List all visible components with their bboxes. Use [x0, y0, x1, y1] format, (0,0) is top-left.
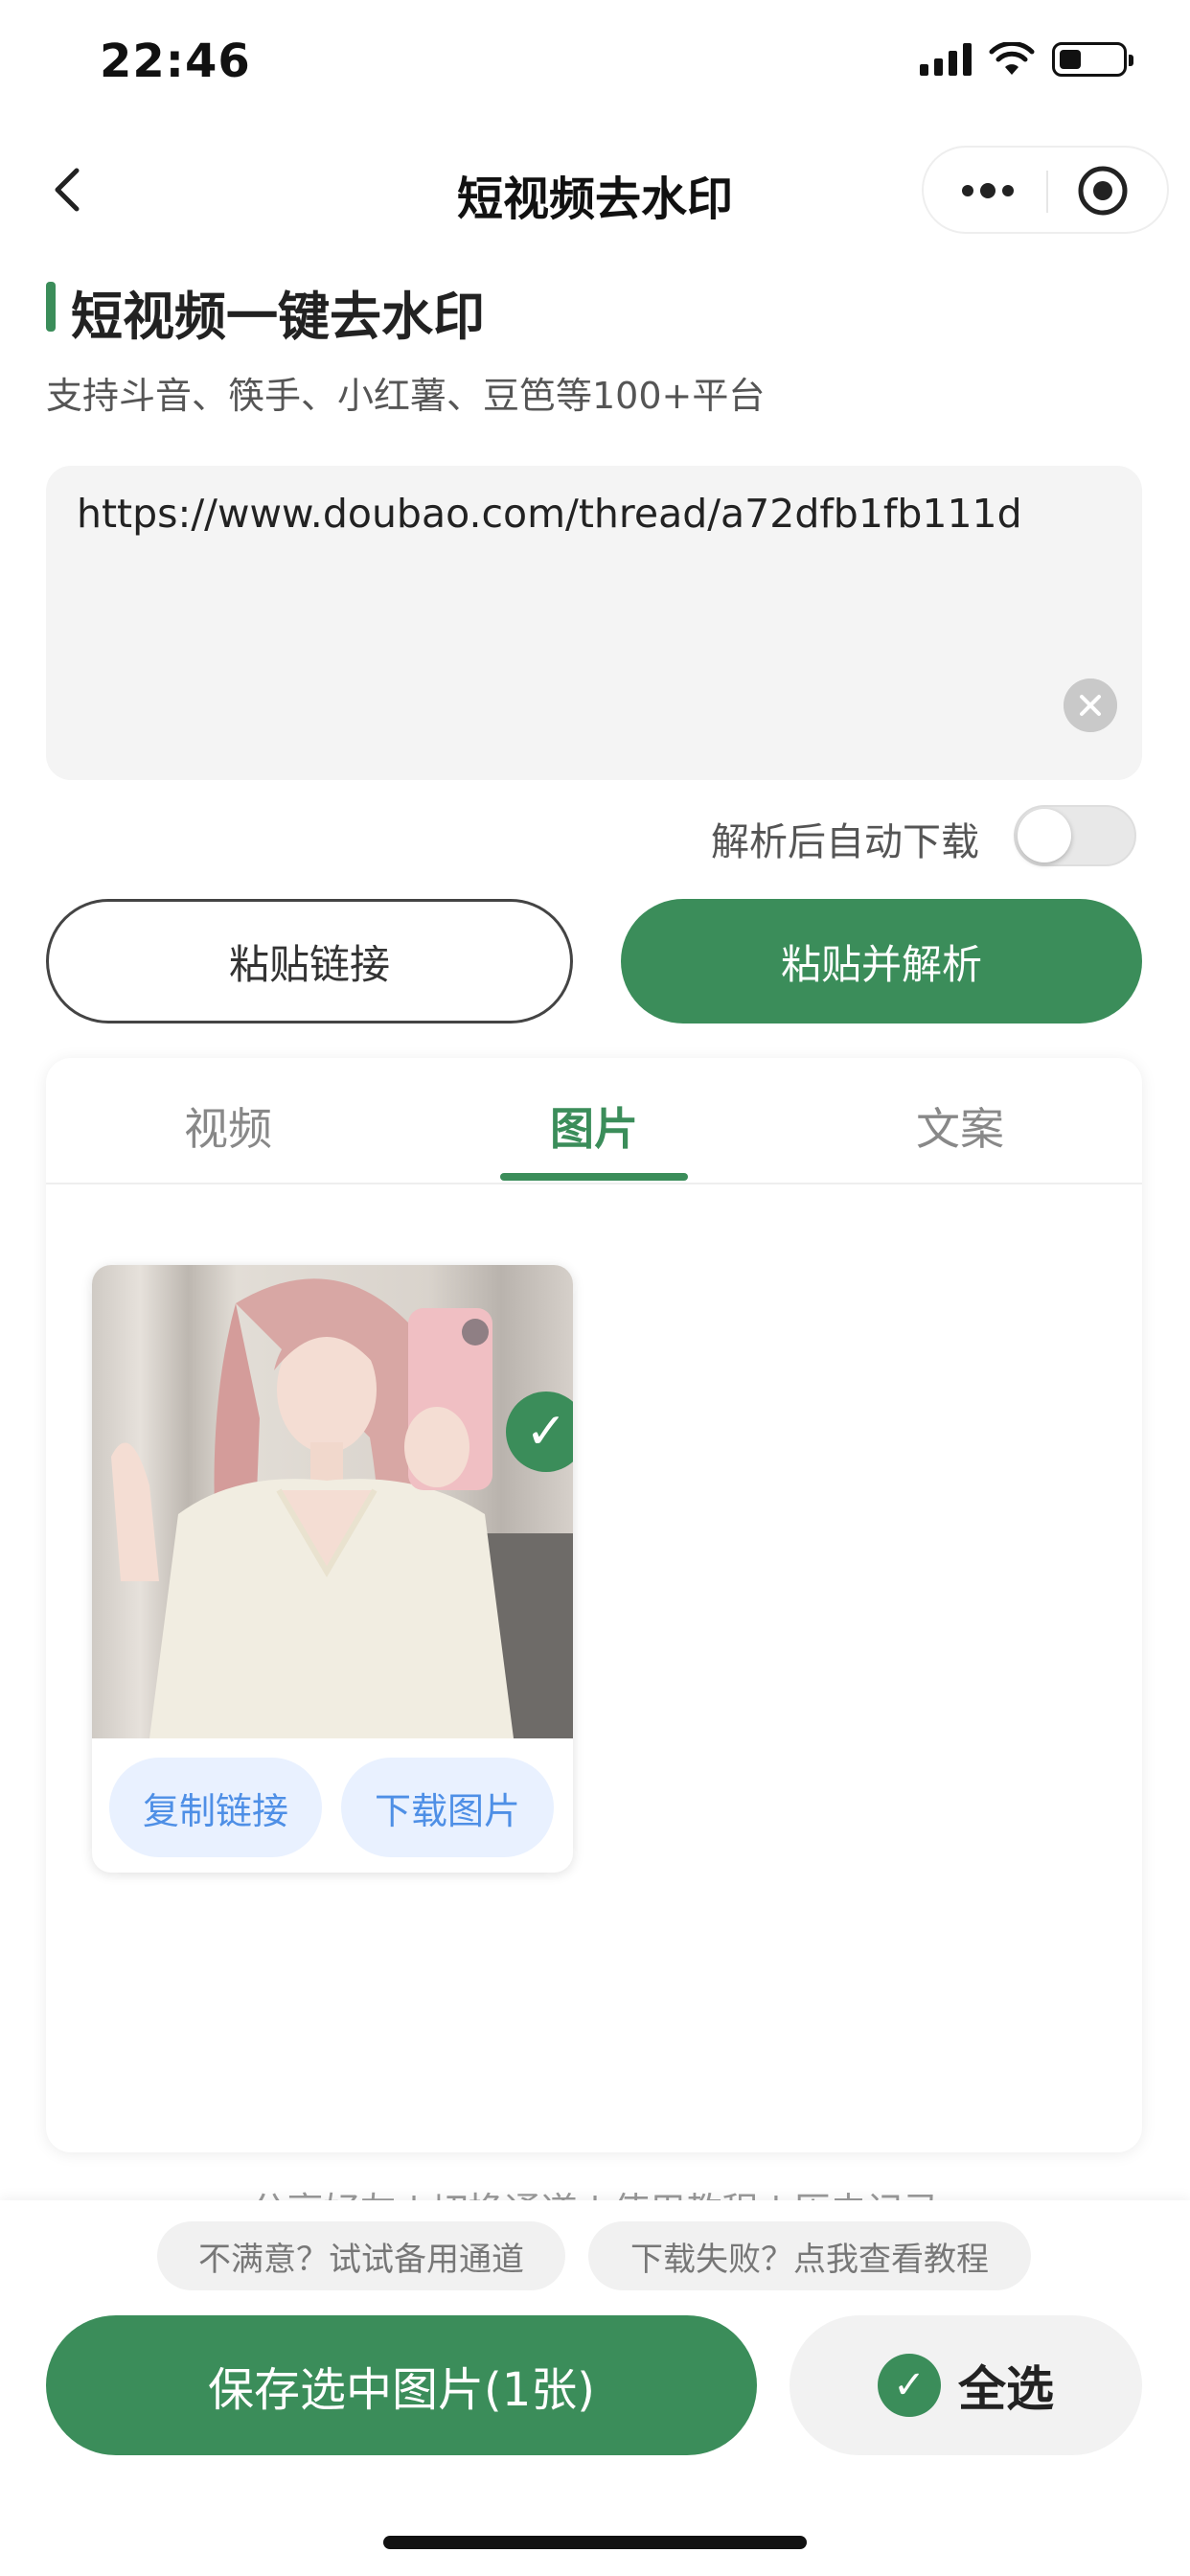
battery-icon	[1052, 42, 1133, 77]
status-icons	[920, 42, 1133, 77]
result-image[interactable]	[92, 1265, 573, 1738]
clear-input-icon[interactable]	[1064, 678, 1117, 732]
miniprogram-capsule	[922, 146, 1169, 234]
cellular-signal-icon	[920, 43, 972, 76]
home-indicator	[383, 2536, 807, 2549]
image-result-card: ✓ 复制链接 下载图片	[92, 1265, 573, 1873]
select-all-label: 全选	[958, 2361, 1054, 2417]
auto-download-toggle[interactable]	[1014, 805, 1136, 866]
active-tab-indicator	[500, 1173, 688, 1181]
result-panel: 视频 图片 文案 ✓ 复制链接 下载图片	[46, 1058, 1142, 2152]
section-subtitle: 支持斗音、筷手、小红薯、豆笆等100+平台	[46, 375, 766, 417]
paste-and-parse-button[interactable]: 粘贴并解析	[621, 899, 1142, 1024]
result-tabs: 视频 图片 文案	[46, 1058, 1142, 1184]
copy-link-button[interactable]: 复制链接	[109, 1758, 322, 1857]
tab-video[interactable]: 视频	[46, 1094, 410, 1158]
download-help-link[interactable]: 下载失败？点我查看教程	[588, 2221, 1031, 2290]
section-title: 短视频一键去水印	[71, 287, 485, 347]
bottom-action-panel: 不满意？试试备用通道 下载失败？点我查看教程 保存选中图片(1张) ✓ 全选	[0, 2200, 1190, 2576]
url-input[interactable]: https://www.doubao.com/thread/a72dfb1fb1…	[46, 466, 1142, 780]
more-icon[interactable]	[954, 167, 1021, 215]
toggle-knob	[1018, 809, 1071, 862]
backup-channel-link[interactable]: 不满意？试试备用通道	[157, 2221, 565, 2290]
url-input-value: https://www.doubao.com/thread/a72dfb1fb1…	[77, 491, 1022, 537]
select-all-button[interactable]: ✓ 全选	[790, 2315, 1142, 2455]
tab-copywriting[interactable]: 文案	[778, 1094, 1142, 1158]
save-selected-button[interactable]: 保存选中图片(1张)	[46, 2315, 757, 2455]
download-image-button[interactable]: 下载图片	[341, 1758, 554, 1857]
capsule-divider	[1046, 171, 1048, 213]
page: 22:46 短视频去水印 短视频一键去水印 支持斗音、筷手、小红薯、豆笆等100…	[0, 0, 1190, 2576]
tab-image[interactable]: 图片	[412, 1094, 776, 1158]
select-all-check-icon: ✓	[878, 2354, 941, 2417]
status-bar: 22:46	[0, 0, 1190, 125]
nav-bar: 短视频去水印	[0, 140, 1190, 242]
close-miniprogram-icon[interactable]	[1073, 161, 1133, 220]
auto-download-label: 解析后自动下载	[711, 820, 979, 864]
status-time: 22:46	[100, 34, 251, 88]
paste-link-button[interactable]: 粘贴链接	[46, 899, 573, 1024]
heading-accent-bar	[46, 282, 56, 332]
wifi-icon	[989, 42, 1035, 75]
